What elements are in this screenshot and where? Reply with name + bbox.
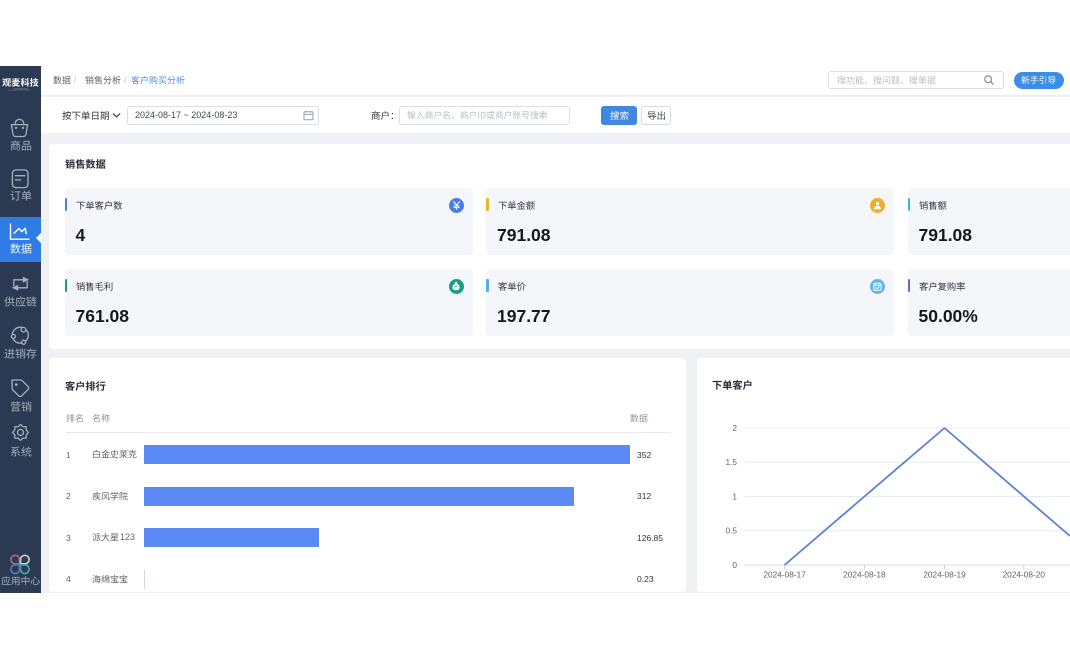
svg-text:2024-08-20: 2024-08-20 [1003,570,1046,580]
svg-text:0.5: 0.5 [725,526,737,536]
svg-text:1.5: 1.5 [725,457,737,467]
svg-text:2024-08-17: 2024-08-17 [763,570,806,580]
svg-text:2024-08-18: 2024-08-18 [843,570,886,580]
svg-text:2024-08-19: 2024-08-19 [923,570,966,580]
svg-text:2: 2 [732,423,737,433]
svg-text:1: 1 [732,492,737,502]
svg-text:0: 0 [732,560,737,570]
